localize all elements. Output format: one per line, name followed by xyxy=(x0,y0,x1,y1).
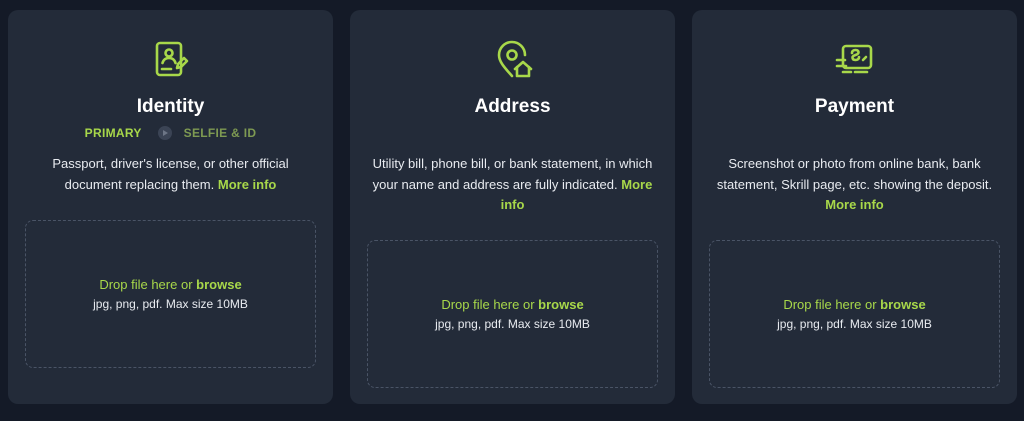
drop-instruction: Drop file here or browse xyxy=(441,297,583,312)
description-text: Utility bill, phone bill, or bank statem… xyxy=(372,156,653,192)
payment-card-icon xyxy=(835,40,875,80)
more-info-link[interactable]: More info xyxy=(825,197,884,212)
card-title: Payment xyxy=(814,96,895,117)
file-drop-zone[interactable]: Drop file here or browse jpg, png, pdf. … xyxy=(709,240,1000,388)
file-requirements: jpg, png, pdf. Max size 10MB xyxy=(777,317,932,331)
file-requirements: jpg, png, pdf. Max size 10MB xyxy=(435,317,590,331)
verification-panel: Identity PRIMARY SELFIE & ID Passport, d… xyxy=(0,0,1024,421)
card-title: Address xyxy=(474,96,551,117)
payment-card: Payment Screenshot or photo from online … xyxy=(692,10,1017,404)
identity-card: Identity PRIMARY SELFIE & ID Passport, d… xyxy=(8,10,333,404)
location-home-icon xyxy=(493,40,533,80)
more-info-link[interactable]: More info xyxy=(218,177,277,192)
drop-text: Drop file here or xyxy=(783,297,877,312)
browse-link[interactable]: browse xyxy=(538,297,584,312)
browse-link[interactable]: browse xyxy=(880,297,926,312)
step-indicator: PRIMARY SELFIE & ID xyxy=(8,126,333,140)
chevron-right-icon xyxy=(157,126,172,140)
drop-text: Drop file here or xyxy=(441,297,535,312)
card-description: Utility bill, phone bill, or bank statem… xyxy=(370,154,655,216)
card-title: Identity xyxy=(136,96,205,117)
file-drop-zone[interactable]: Drop file here or browse jpg, png, pdf. … xyxy=(367,240,658,388)
address-card: Address Utility bill, phone bill, or ban… xyxy=(350,10,675,404)
description-text: Screenshot or photo from online bank, ba… xyxy=(716,156,993,192)
drop-instruction: Drop file here or browse xyxy=(99,277,241,292)
drop-instruction: Drop file here or browse xyxy=(783,297,925,312)
file-requirements: jpg, png, pdf. Max size 10MB xyxy=(93,297,248,311)
card-description: Screenshot or photo from online bank, ba… xyxy=(712,154,997,216)
file-drop-zone[interactable]: Drop file here or browse jpg, png, pdf. … xyxy=(25,220,316,368)
browse-link[interactable]: browse xyxy=(196,277,242,292)
identity-document-icon xyxy=(151,40,191,80)
drop-text: Drop file here or xyxy=(99,277,193,292)
step-primary[interactable]: PRIMARY xyxy=(85,126,142,140)
step-selfie-id[interactable]: SELFIE & ID xyxy=(184,126,257,140)
card-description: Passport, driver's license, or other off… xyxy=(28,154,313,195)
